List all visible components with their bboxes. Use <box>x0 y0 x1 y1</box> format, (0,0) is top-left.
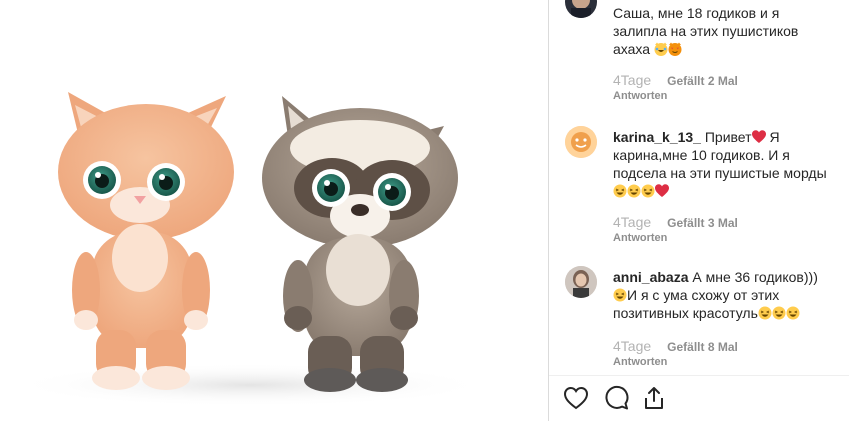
post-photo <box>0 0 548 421</box>
comment-meta: 4Tage Gefällt 2 Mal <box>613 72 738 88</box>
comment-text: anni_abaza А мне 36 годиков))) И я с ума… <box>613 268 833 322</box>
laughing-emoji-icon <box>786 306 800 320</box>
actions-divider <box>549 375 849 376</box>
plush-toys-illustration <box>10 92 490 407</box>
comment-text: Саша, мне 18 годиков и я залипла на этих… <box>613 4 833 58</box>
red-heart-emoji-icon <box>751 130 766 143</box>
comment-time[interactable]: 4Tage <box>613 72 651 88</box>
laughing-emoji-icon <box>627 184 641 198</box>
reply-button[interactable]: Antworten <box>613 90 667 102</box>
cat-toy <box>58 92 234 390</box>
laughing-emoji-icon <box>613 288 627 302</box>
heart-eyes-cat-emoji-icon <box>668 42 682 56</box>
comment-time[interactable]: 4Tage <box>613 338 651 354</box>
raccoon-toy <box>262 96 458 392</box>
comment-body: А мне 36 годиков))) <box>692 269 818 285</box>
comment-body: И я с ума схожу от этих позитивных красо… <box>613 287 780 321</box>
red-heart-emoji-icon <box>655 184 669 197</box>
laughing-emoji-icon <box>641 184 655 198</box>
like-button[interactable] <box>563 385 591 413</box>
laugh-cry-cat-emoji-icon <box>654 42 668 56</box>
share-icon <box>645 387 663 409</box>
reply-button[interactable]: Antworten <box>613 356 667 368</box>
laughing-emoji-icon <box>772 306 786 320</box>
comment-body: Привет <box>704 129 752 145</box>
comment-meta: 4Tage Gefällt 8 Mal <box>613 338 738 354</box>
comment-body: Саша, мне 18 годиков и я залипла на этих… <box>613 5 799 57</box>
post-actions <box>549 385 849 415</box>
comment-likes[interactable]: Gefällt 3 Mal <box>667 216 738 230</box>
comment-likes[interactable]: Gefällt 8 Mal <box>667 340 738 354</box>
comment-likes[interactable]: Gefällt 2 Mal <box>667 74 738 88</box>
comment-time[interactable]: 4Tage <box>613 214 651 230</box>
comment-button[interactable] <box>603 385 631 413</box>
share-button[interactable] <box>641 385 669 413</box>
avatar[interactable] <box>565 0 597 18</box>
comment-text: karina_k_13_ Привет Я карина,мне 10 годи… <box>613 128 833 200</box>
comments-list[interactable]: Саша, мне 18 годиков и я залипла на этих… <box>549 0 849 375</box>
reply-button[interactable]: Antworten <box>613 232 667 244</box>
laughing-emoji-icon <box>613 184 627 198</box>
avatar[interactable] <box>565 126 597 158</box>
heart-icon <box>563 386 589 410</box>
avatar[interactable] <box>565 266 597 298</box>
comment-icon <box>605 385 629 410</box>
comment-meta: 4Tage Gefällt 3 Mal <box>613 214 738 230</box>
comment-username[interactable]: karina_k_13_ <box>613 129 701 145</box>
laughing-emoji-icon <box>758 306 772 320</box>
comment-username[interactable]: anni_abaza <box>613 269 688 285</box>
